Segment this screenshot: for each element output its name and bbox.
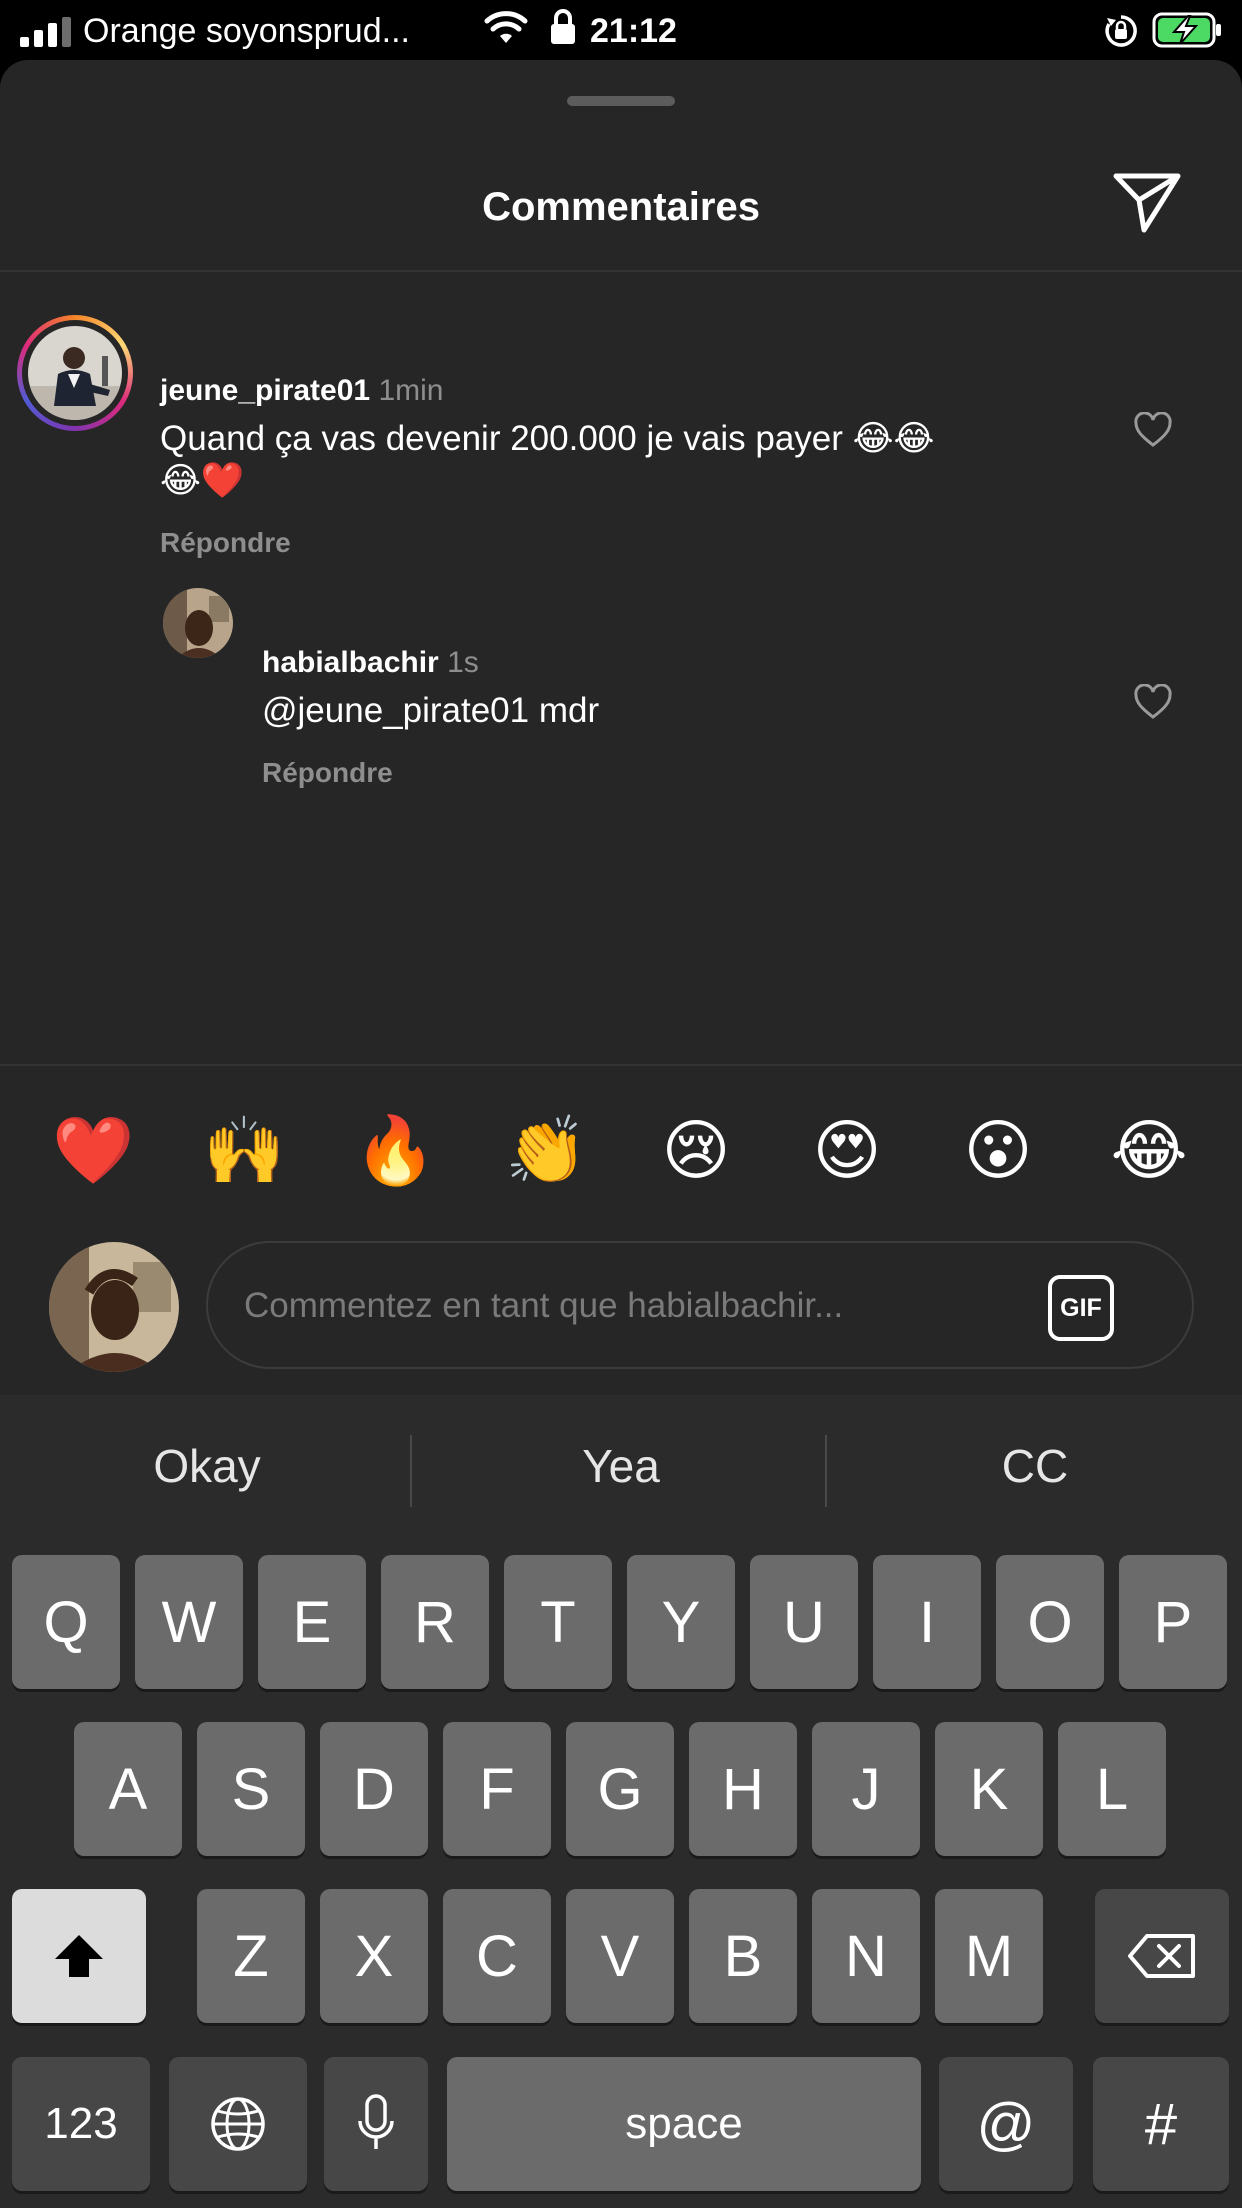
key-s[interactable]: S	[197, 1722, 305, 1856]
key-z[interactable]: Z	[197, 1889, 305, 2023]
status-bar: Orange soyonsprud... 21:12	[0, 0, 1242, 62]
key-k[interactable]: K	[935, 1722, 1043, 1856]
reply-button[interactable]: Répondre	[262, 756, 393, 790]
backspace-icon	[1128, 1934, 1195, 1978]
reaction-heart[interactable]: ❤️	[52, 1110, 134, 1190]
key-e[interactable]: E	[258, 1555, 366, 1689]
key-h[interactable]: H	[689, 1722, 797, 1856]
key-o[interactable]: O	[996, 1555, 1104, 1689]
avatar[interactable]	[28, 326, 122, 420]
reaction-raised-hands[interactable]: 🙌	[203, 1110, 285, 1190]
reaction-surprised[interactable]: 😮	[958, 1110, 1038, 1190]
reaction-heart-eyes[interactable]: 😍	[807, 1110, 887, 1190]
clock: 21:12	[590, 12, 677, 50]
story-ring[interactable]	[17, 315, 133, 431]
suggestion-1[interactable]: Okay	[2, 1431, 412, 1501]
reaction-laughing[interactable]: 😂	[1109, 1110, 1189, 1190]
key-q[interactable]: Q	[12, 1555, 120, 1689]
battery-charging-icon	[1152, 12, 1221, 48]
avatar[interactable]	[163, 588, 233, 658]
suggestion-2[interactable]: Yea	[416, 1431, 826, 1501]
key-g[interactable]: G	[566, 1722, 674, 1856]
suggestion-divider	[410, 1435, 412, 1507]
key-m[interactable]: M	[935, 1889, 1043, 2023]
key-l[interactable]: L	[1058, 1722, 1166, 1856]
shift-key[interactable]	[12, 1889, 146, 2023]
globe-key[interactable]	[169, 2057, 307, 2191]
comment-username[interactable]: habialbachir 1s	[262, 645, 479, 681]
key-t[interactable]: T	[504, 1555, 612, 1689]
suggestion-divider	[825, 1435, 827, 1507]
key-u[interactable]: U	[750, 1555, 858, 1689]
comment-username[interactable]: jeune_pirate01 1min	[160, 373, 443, 409]
key-r[interactable]: R	[381, 1555, 489, 1689]
reactions-divider	[0, 1064, 1242, 1066]
carrier-name: Orange soyonsprud...	[83, 12, 410, 50]
rotation-lock-icon	[1105, 15, 1137, 47]
key-x[interactable]: X	[320, 1889, 428, 2023]
send-icon[interactable]	[1112, 170, 1182, 234]
like-heart-icon[interactable]	[1133, 412, 1173, 448]
delete-key[interactable]	[1095, 1889, 1229, 2023]
wifi-icon	[484, 11, 528, 43]
signal-icon	[20, 17, 71, 47]
key-a[interactable]: A	[74, 1722, 182, 1856]
reaction-crying[interactable]: 😢	[656, 1110, 736, 1190]
hash-key[interactable]: #	[1093, 2057, 1229, 2191]
key-w[interactable]: W	[135, 1555, 243, 1689]
header-divider	[0, 270, 1242, 272]
sheet-grabber[interactable]	[567, 96, 675, 106]
key-v[interactable]: V	[566, 1889, 674, 2023]
key-p[interactable]: P	[1119, 1555, 1227, 1689]
key-c[interactable]: C	[443, 1889, 551, 2023]
reply-button[interactable]: Répondre	[160, 526, 291, 560]
key-i[interactable]: I	[873, 1555, 981, 1689]
comment-text-line2: 😂❤️	[160, 461, 245, 500]
comment-text: @jeune_pirate01 mdr	[262, 691, 600, 730]
key-f[interactable]: F	[443, 1722, 551, 1856]
keyboard: Okay Yea CC Q W E R T Y U I O P A S D F …	[0, 1395, 1242, 2208]
microphone-icon	[358, 2094, 394, 2149]
reaction-clap[interactable]: 👏	[505, 1110, 587, 1190]
comment-text: Quand ça vas devenir 200.000 je vais pay…	[160, 419, 935, 458]
lock-icon	[551, 9, 575, 44]
key-j[interactable]: J	[812, 1722, 920, 1856]
comment-composer: GIF	[206, 1241, 1194, 1369]
gif-button[interactable]: GIF	[1048, 1275, 1114, 1341]
key-n[interactable]: N	[812, 1889, 920, 2023]
at-key[interactable]: @	[939, 2057, 1073, 2191]
dictation-key[interactable]	[324, 2057, 428, 2191]
username-text[interactable]: habialbachir	[262, 646, 439, 679]
comment-time: 1min	[378, 374, 444, 407]
globe-icon	[211, 2097, 265, 2151]
my-avatar[interactable]	[49, 1242, 179, 1372]
key-b[interactable]: B	[689, 1889, 797, 2023]
like-heart-icon[interactable]	[1133, 684, 1173, 720]
key-d[interactable]: D	[320, 1722, 428, 1856]
page-title: Commentaires	[482, 185, 760, 229]
shift-arrow-icon	[55, 1935, 103, 1977]
comment-input[interactable]	[244, 1281, 1024, 1331]
key-y[interactable]: Y	[627, 1555, 735, 1689]
space-key[interactable]: space	[447, 2057, 921, 2191]
username-text[interactable]: jeune_pirate01	[160, 374, 370, 407]
numbers-key[interactable]: 123	[12, 2057, 150, 2191]
suggestion-3[interactable]: CC	[830, 1431, 1240, 1501]
reaction-fire[interactable]: 🔥	[354, 1110, 436, 1190]
comment-time: 1s	[447, 646, 479, 679]
comments-sheet: Commentaires jeune_pirate01 1min Quand ç…	[0, 60, 1242, 1395]
